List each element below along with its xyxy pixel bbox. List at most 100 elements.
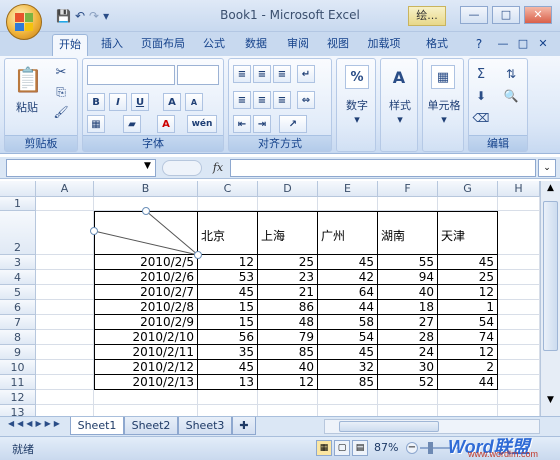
- normal-view-icon[interactable]: ▦: [316, 440, 332, 456]
- value-cell[interactable]: 86: [258, 300, 318, 315]
- cell[interactable]: [498, 255, 540, 270]
- percent-icon[interactable]: %: [345, 65, 369, 89]
- increase-indent-icon[interactable]: ⇥: [253, 115, 271, 133]
- merge-center-icon[interactable]: ⇔: [297, 91, 315, 109]
- scroll-up-icon[interactable]: ▲: [543, 183, 558, 197]
- cells-label[interactable]: 单元格: [423, 97, 465, 113]
- value-cell[interactable]: 40: [378, 285, 438, 300]
- cell[interactable]: [378, 390, 438, 405]
- value-cell[interactable]: 21: [258, 285, 318, 300]
- value-cell[interactable]: 42: [318, 270, 378, 285]
- office-button[interactable]: [6, 4, 42, 40]
- cell[interactable]: [36, 300, 94, 315]
- cells-dropdown-icon[interactable]: ▾: [423, 113, 465, 126]
- table-header-cell[interactable]: 天津: [438, 211, 498, 255]
- value-cell[interactable]: 12: [438, 285, 498, 300]
- autosum-icon[interactable]: Σ: [471, 65, 491, 83]
- vertical-scrollbar[interactable]: ▲ ▼: [540, 181, 560, 416]
- value-cell[interactable]: 53: [198, 270, 258, 285]
- tab-data[interactable]: 数据: [236, 34, 276, 56]
- value-cell[interactable]: 45: [438, 255, 498, 270]
- value-cell[interactable]: 40: [258, 360, 318, 375]
- tab-addins[interactable]: 加载项: [360, 34, 408, 56]
- cell[interactable]: [198, 405, 258, 416]
- value-cell[interactable]: 55: [378, 255, 438, 270]
- value-cell[interactable]: 25: [258, 255, 318, 270]
- align-bottom-icon[interactable]: ≡: [273, 65, 291, 83]
- value-cell[interactable]: 48: [258, 315, 318, 330]
- value-cell[interactable]: 58: [318, 315, 378, 330]
- sheet-tab-sheet2[interactable]: Sheet2: [124, 417, 178, 435]
- styles-icon[interactable]: A: [387, 65, 411, 89]
- row-header-11[interactable]: 11: [0, 375, 36, 390]
- value-cell[interactable]: 74: [438, 330, 498, 345]
- styles-dropdown-icon[interactable]: ▾: [381, 113, 419, 126]
- maximize-button[interactable]: □: [492, 6, 520, 24]
- paste-button-label[interactable]: 粘贴: [9, 99, 45, 115]
- value-cell[interactable]: 44: [438, 375, 498, 390]
- phonetic-button[interactable]: wén: [187, 115, 217, 133]
- tab-view[interactable]: 视图: [320, 34, 356, 56]
- cell[interactable]: [498, 285, 540, 300]
- close-button[interactable]: ✕: [524, 6, 552, 24]
- styles-label[interactable]: 样式: [381, 97, 419, 113]
- row-header-12[interactable]: 12: [0, 390, 36, 405]
- expand-formula-bar-icon[interactable]: ⌄: [538, 159, 556, 177]
- cell[interactable]: [498, 360, 540, 375]
- value-cell[interactable]: 32: [318, 360, 378, 375]
- fill-color-icon[interactable]: ▰: [123, 115, 141, 133]
- page-break-view-icon[interactable]: ▤: [352, 440, 368, 456]
- name-box[interactable]: [6, 159, 156, 177]
- drawing-tools-context-tab[interactable]: 绘...: [408, 6, 446, 26]
- column-header-a[interactable]: A: [36, 181, 94, 197]
- tab-review[interactable]: 审阅: [280, 34, 316, 56]
- cell[interactable]: [318, 390, 378, 405]
- zoom-slider-thumb[interactable]: [428, 442, 433, 454]
- table-header-cell[interactable]: 上海: [258, 211, 318, 255]
- number-label[interactable]: 数字: [337, 97, 377, 113]
- column-header-e[interactable]: E: [318, 181, 378, 197]
- value-cell[interactable]: 15: [198, 300, 258, 315]
- align-left-icon[interactable]: ≡: [233, 91, 251, 109]
- cell[interactable]: [498, 390, 540, 405]
- diagonal-header-shape[interactable]: [90, 205, 204, 261]
- name-box-dropdown-icon[interactable]: ▼: [144, 161, 151, 171]
- align-right-icon[interactable]: ≡: [273, 91, 291, 109]
- insert-sheet-icon[interactable]: ✚: [232, 417, 256, 435]
- cell[interactable]: [36, 315, 94, 330]
- value-cell[interactable]: 27: [378, 315, 438, 330]
- cell[interactable]: [498, 300, 540, 315]
- value-cell[interactable]: 54: [318, 330, 378, 345]
- undo-icon[interactable]: ↶: [75, 9, 85, 23]
- vertical-scroll-thumb[interactable]: [543, 201, 558, 351]
- sort-filter-icon[interactable]: ⇅: [499, 65, 523, 83]
- date-cell[interactable]: 2010/2/6: [94, 270, 198, 285]
- decrease-indent-icon[interactable]: ⇤: [233, 115, 251, 133]
- row-header-7[interactable]: 7: [0, 315, 36, 330]
- select-all-corner[interactable]: [0, 181, 36, 197]
- horizontal-scrollbar[interactable]: [324, 419, 540, 434]
- ribbon-restore-icon[interactable]: □: [514, 34, 532, 56]
- value-cell[interactable]: 13: [198, 375, 258, 390]
- cell[interactable]: [36, 255, 94, 270]
- cell[interactable]: [36, 390, 94, 405]
- minimize-button[interactable]: —: [460, 6, 488, 24]
- cell[interactable]: [498, 270, 540, 285]
- cell[interactable]: [258, 405, 318, 416]
- underline-button[interactable]: U: [131, 93, 149, 111]
- shrink-font-button[interactable]: A: [185, 93, 203, 111]
- value-cell[interactable]: 24: [378, 345, 438, 360]
- zoom-out-icon[interactable]: −: [406, 442, 418, 454]
- cell[interactable]: [36, 360, 94, 375]
- cell[interactable]: [94, 405, 198, 416]
- orientation-icon[interactable]: ↗: [279, 115, 307, 133]
- row-header-6[interactable]: 6: [0, 300, 36, 315]
- tab-insert[interactable]: 插入: [92, 34, 132, 56]
- value-cell[interactable]: 12: [198, 255, 258, 270]
- align-center-icon[interactable]: ≡: [253, 91, 271, 109]
- font-name-combo[interactable]: [87, 65, 175, 85]
- row-header-4[interactable]: 4: [0, 270, 36, 285]
- cell[interactable]: [198, 390, 258, 405]
- cell[interactable]: [378, 405, 438, 416]
- paste-icon[interactable]: 📋: [13, 63, 43, 97]
